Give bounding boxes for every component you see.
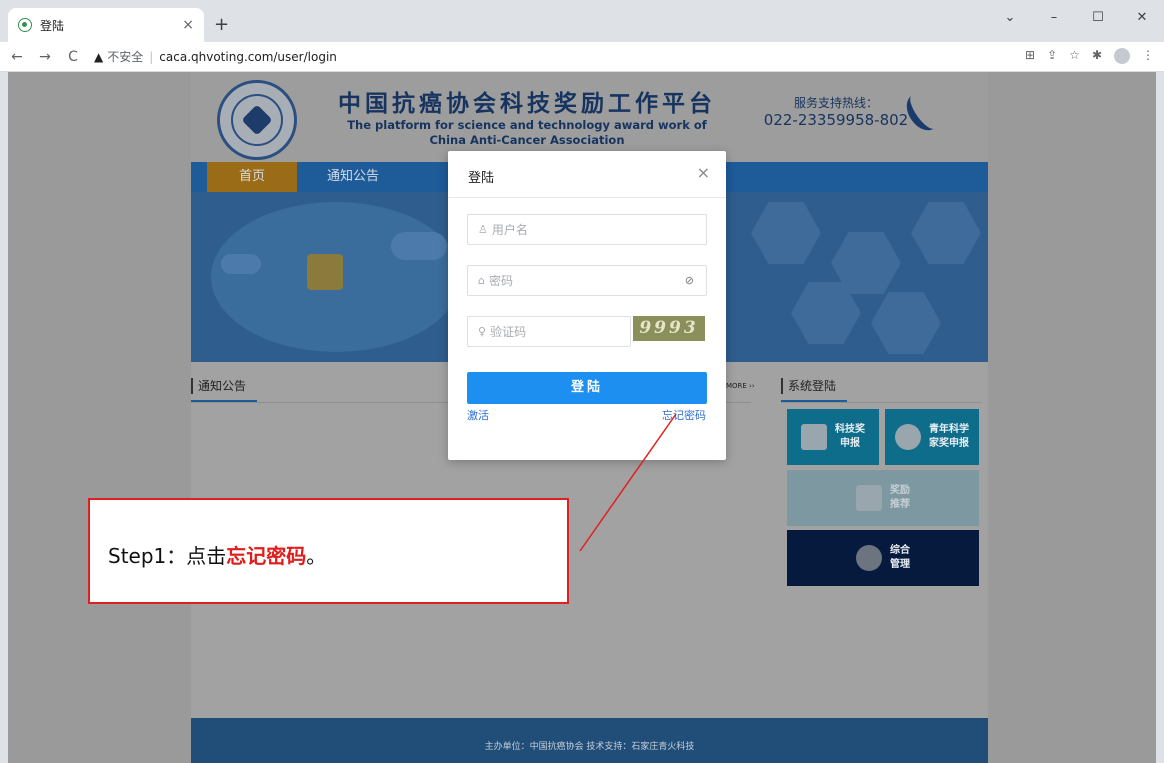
system-login-title: 系统登陆 [781,378,981,394]
address-separator: | [149,49,154,64]
notice-section: 通知公告 [191,378,451,402]
site-title-cn: 中国抗癌协会科技奖励工作平台 [338,91,716,117]
captcha-placeholder: 验证码 [490,325,527,339]
site-header: 中国抗癌协会科技奖励工作平台 The platform for science … [191,72,988,162]
login-modal: 登陆 × ♙ 用户名 ⌂ 密码 ⊘ ♀ 验证码 9993 登陆 激活 忘记密码 [448,151,726,460]
browser-tab[interactable]: 登陆 × [8,8,204,42]
tech-award-label: 科技奖 申报 [835,424,865,449]
tab-search-icon[interactable]: ⌄ [988,0,1032,34]
password-input[interactable]: ⌂ 密码 ⊘ [467,265,707,296]
minimize-button[interactable]: – [1032,0,1076,34]
forgot-password-link[interactable]: 忘记密码 [662,407,706,423]
back-button[interactable]: ← [6,49,28,65]
document-icon [801,424,827,450]
translate-icon[interactable]: ⊞ [1025,48,1035,64]
recommend-icon [856,485,882,511]
user-icon: ♙ [478,223,488,236]
system-login-section: 系统登陆 [781,378,981,402]
eye-off-icon[interactable]: ⊘ [685,274,694,287]
hexagon-decoration [911,202,981,264]
person-add-icon [895,424,921,450]
site-favicon-icon [18,18,32,32]
callout-text: Step1：点击忘记密码。 [108,540,326,569]
forward-button[interactable]: → [34,49,56,65]
tab-close-icon[interactable]: × [182,17,194,33]
new-tab-button[interactable]: + [214,14,229,35]
hotline-label: 服务支持热线： [793,96,878,110]
maximize-button[interactable]: ☐ [1076,0,1120,34]
hexagon-decoration [751,202,821,264]
step-prefix: Step1：点击 [108,544,227,568]
username-placeholder: 用户名 [491,223,528,237]
site-title-en-line1: The platform for science and technology … [347,118,707,132]
toolbar-icons: ⊞ ⇪ ☆ ✱ ⋮ [1025,48,1154,64]
browser-toolbar: ← → C ▲ 不安全 | caca.qhvoting.com/user/log… [0,42,1164,72]
bulb-icon: ♀ [478,325,487,338]
young-scientist-tile[interactable]: 青年科学 家奖申报 [885,409,979,465]
nav-notice[interactable]: 通知公告 [311,162,395,192]
step-highlight: 忘记密码 [226,544,307,568]
close-icon[interactable]: × [697,163,710,182]
menu-icon[interactable]: ⋮ [1142,48,1154,64]
reload-button[interactable]: C [62,49,84,65]
username-input[interactable]: ♙ 用户名 [467,214,707,245]
puzzle-icon[interactable]: ✱ [1092,48,1102,64]
association-logo [217,80,297,160]
notice-section-title: 通知公告 [191,378,451,394]
captcha-image[interactable]: 9993 [633,316,705,341]
login-button[interactable]: 登陆 [467,372,707,404]
management-label: 综合 管理 [890,545,910,570]
site-title-en-line2: China Anti-Cancer Association [429,133,625,147]
close-window-button[interactable]: ✕ [1120,0,1164,34]
window-controls: ⌄ – ☐ ✕ [988,0,1164,34]
profile-icon[interactable] [1114,48,1130,64]
site-title: 中国抗癌协会科技奖励工作平台 The platform for science … [325,84,729,148]
logo-emblem-icon [241,104,273,136]
management-tile[interactable]: 综合 管理 [787,530,979,586]
more-link[interactable]: MORE ›› [726,382,755,390]
hexagon-decoration [871,292,941,354]
hotline: 服务支持热线： 022-23359958-802 [761,94,911,129]
address-bar[interactable]: ▲ 不安全 | caca.qhvoting.com/user/login [94,44,994,69]
password-placeholder: 密码 [488,274,513,288]
url-text[interactable]: caca.qhvoting.com/user/login [159,50,337,64]
captcha-input[interactable]: ♀ 验证码 [467,316,631,347]
hotline-number: 022-23359958-802 [763,111,909,129]
nav-home[interactable]: 首页 [207,162,297,192]
step-suffix: 。 [306,544,327,568]
tab-title: 登陆 [40,18,65,33]
step-callout: Step1：点击忘记密码。 [88,498,569,604]
tech-award-tile[interactable]: 科技奖 申报 [787,409,879,465]
award-recommend-tile[interactable]: 奖励 推荐 [787,470,979,526]
gear-icon [856,545,882,571]
activate-link[interactable]: 激活 [467,407,489,423]
young-scientist-label: 青年科学 家奖申报 [929,424,969,449]
cloud-icon [221,254,261,274]
star-icon[interactable]: ☆ [1069,48,1080,64]
share-icon[interactable]: ⇪ [1047,48,1057,64]
modal-divider [448,197,726,198]
modal-title: 登陆 [468,171,495,186]
system-login-divider [781,402,981,403]
lock-icon [307,254,343,290]
warning-icon[interactable]: ▲ [94,50,103,64]
site-footer: 主办单位：中国抗癌协会 技术支持：石家庄青火科技 [191,718,988,763]
award-recommend-label: 奖励 推荐 [890,485,910,510]
cloud-icon [391,232,447,260]
browser-tabstrip: 登陆 × + ⌄ – ☐ ✕ [0,0,1164,42]
lock-icon: ⌂ [478,274,485,287]
insecure-label[interactable]: 不安全 [107,48,143,65]
